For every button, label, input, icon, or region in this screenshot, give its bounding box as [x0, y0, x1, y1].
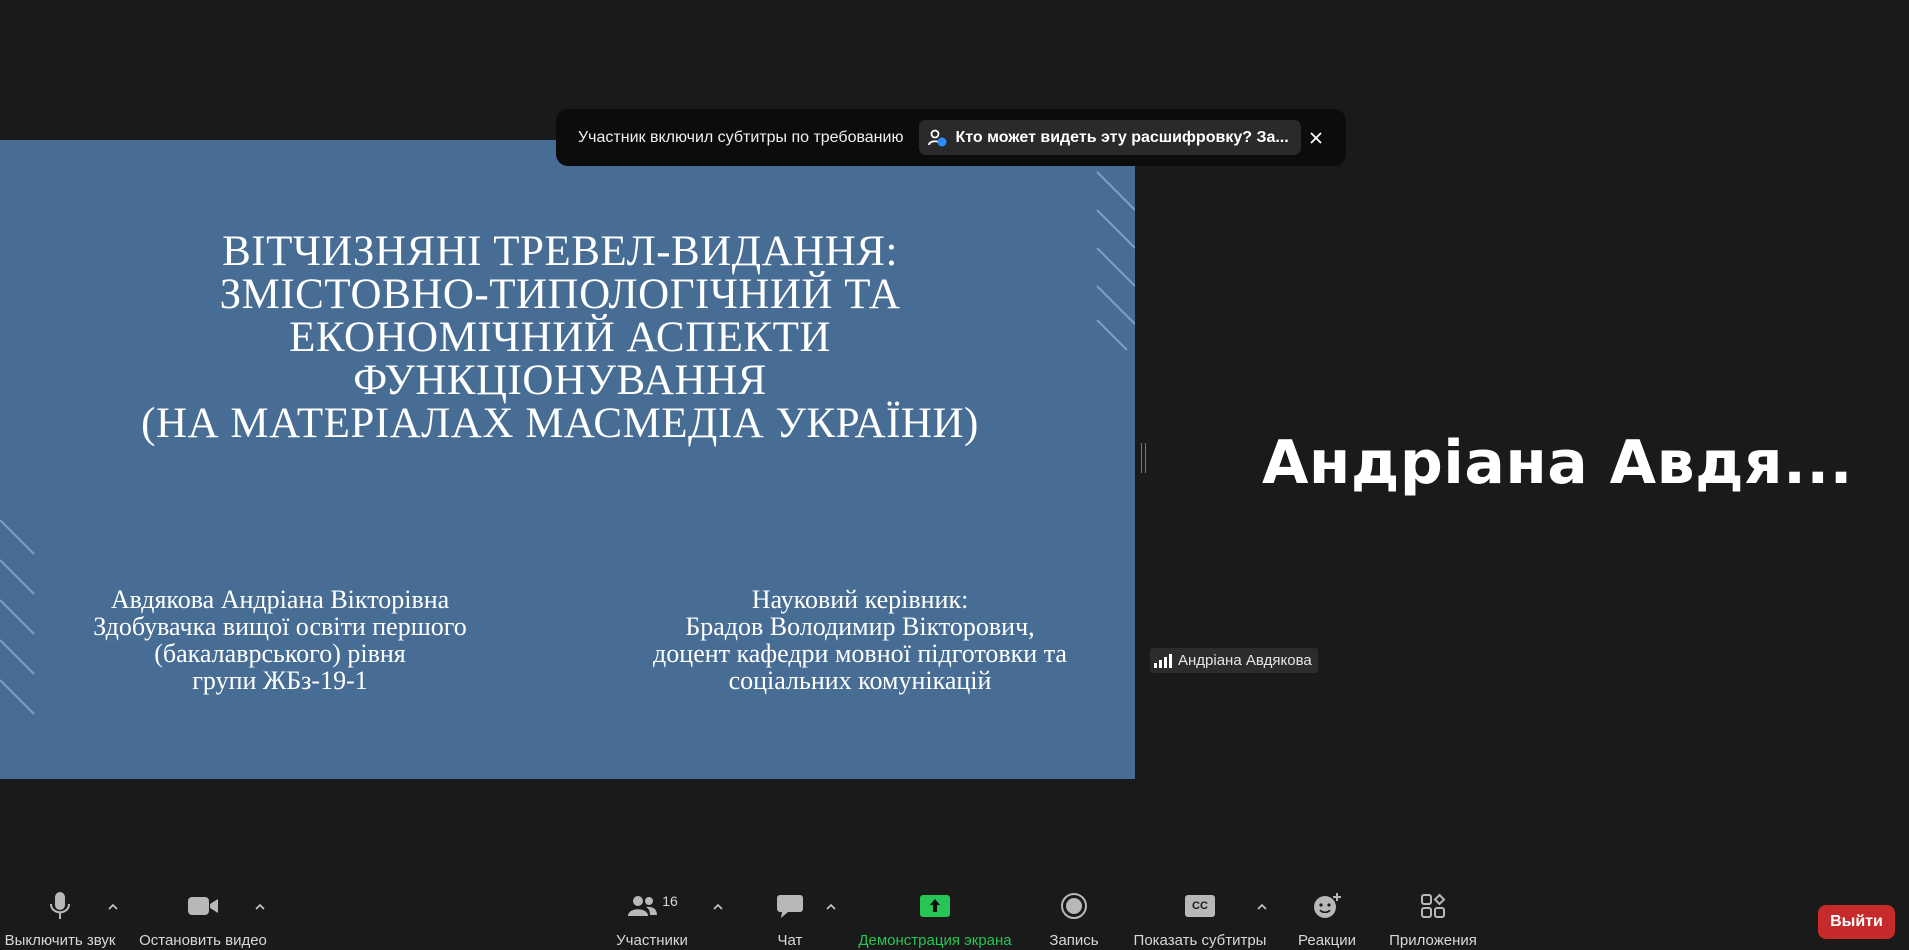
slide-title-line: ФУНКЦІОНУВАННЯ [353, 357, 767, 404]
participants-label: Участники [616, 932, 688, 949]
slide-title-line: ЗМІСТОВНО-ТИПОЛОГІЧНИЙ ТА [219, 271, 901, 318]
close-icon [1310, 131, 1322, 144]
chat-label: Чат [777, 932, 803, 949]
apps-icon [1421, 893, 1446, 918]
advisor-line: доцент кафедри мовної підготовки та [653, 639, 1067, 668]
participants-icon [628, 896, 658, 916]
closed-captions-icon: CC [1185, 895, 1215, 917]
advisor-line: Брадов Володимир Вікторович, [685, 612, 1035, 641]
meeting-window: ВІТЧИЗНЯНІ ТРЕВЕЛ-ВИДАННЯ: ЗМІСТОВНО-ТИП… [0, 0, 1909, 950]
author-line: (бакалаврського) рівня [154, 639, 406, 668]
person-info-icon [928, 129, 947, 146]
chat-icon [777, 895, 803, 918]
author-line: групи ЖБз-19-1 [192, 666, 368, 695]
video-camera-icon [188, 897, 218, 915]
participant-name-tag: Андріана Авдякова [1150, 648, 1318, 673]
share-screen-button[interactable]: Демонстрация экрана [850, 880, 1020, 950]
author-line: Авдякова Андріана Вікторівна [110, 585, 450, 614]
reactions-emoji-icon [1314, 893, 1341, 918]
chat-options-chevron-icon[interactable] [825, 902, 837, 912]
apps-label: Приложения [1389, 932, 1477, 949]
show-captions-label: Показать субтитры [1133, 932, 1267, 949]
slide-title-line: (НА МАТЕРІАЛАХ МАСМЕДІА УКРАЇНИ) [141, 400, 979, 447]
transcript-visibility-label: Кто может видеть эту расшифровку? За... [955, 128, 1289, 146]
participant-name-tag-label: Андріана Авдякова [1178, 652, 1312, 669]
slide-title-line: ВІТЧИЗНЯНІ ТРЕВЕЛ-ВИДАННЯ: [222, 228, 898, 275]
leave-meeting-button[interactable]: Выйти [1818, 905, 1895, 939]
participants-count: 16 [662, 893, 678, 909]
stop-video-label: Остановить видео [139, 932, 267, 949]
share-screen-icon [920, 895, 950, 917]
transcript-visibility-link[interactable]: Кто может видеть эту расшифровку? За... [919, 120, 1301, 155]
captions-options-chevron-icon[interactable] [1256, 902, 1268, 912]
author-line: Здобувачка вищої освіти першого [93, 612, 467, 641]
slide-title-line: ЕКОНОМІЧНИЙ АСПЕКТИ [289, 314, 831, 361]
participants-options-chevron-icon[interactable] [712, 902, 724, 912]
slide-author-block: Авдякова Андріана Вікторівна Здобувачка … [25, 586, 535, 694]
share-screen-label: Демонстрация экрана [858, 932, 1012, 949]
show-captions-button[interactable]: CC Показать субтитры [1130, 880, 1270, 950]
participants-button[interactable]: 16 Участники [610, 880, 694, 950]
advisor-line: Науковий керівник: [751, 585, 969, 614]
record-button[interactable]: Запись [1040, 880, 1108, 950]
signal-strength-icon [1154, 653, 1172, 668]
audio-options-chevron-icon[interactable] [107, 902, 119, 912]
chat-button[interactable]: Чат [760, 880, 820, 950]
shared-slide: ВІТЧИЗНЯНІ ТРЕВЕЛ-ВИДАННЯ: ЗМІСТОВНО-ТИП… [0, 140, 1135, 779]
record-label: Запись [1049, 932, 1099, 949]
reactions-button[interactable]: Реакции [1292, 880, 1362, 950]
advisor-line: соціальних комунікацій [728, 666, 992, 695]
record-icon [1061, 893, 1087, 919]
captions-notification-banner: Участник включил субтитры по требованию … [556, 109, 1346, 166]
banner-message: Участник включил субтитры по требованию [578, 128, 904, 146]
video-options-chevron-icon[interactable] [254, 902, 266, 912]
mute-button[interactable]: Выключить звук [0, 880, 120, 950]
apps-button[interactable]: Приложения [1384, 880, 1482, 950]
mute-label: Выключить звук [4, 932, 116, 949]
banner-close-button[interactable] [1304, 126, 1328, 150]
slide-advisor-block: Науковий керівник: Брадов Володимир Вікт… [585, 586, 1135, 694]
participant-display-name: Андріана Авдя... [1262, 428, 1853, 498]
split-view-divider[interactable] [1141, 443, 1146, 473]
reactions-label: Реакции [1298, 932, 1356, 949]
slide-title: ВІТЧИЗНЯНІ ТРЕВЕЛ-ВИДАННЯ: ЗМІСТОВНО-ТИП… [0, 230, 1120, 445]
stop-video-button[interactable]: Остановить видео [136, 880, 270, 950]
microphone-icon [50, 892, 70, 919]
meeting-toolbar: Выключить звук Остановить видео 16 Участ… [0, 880, 1909, 950]
